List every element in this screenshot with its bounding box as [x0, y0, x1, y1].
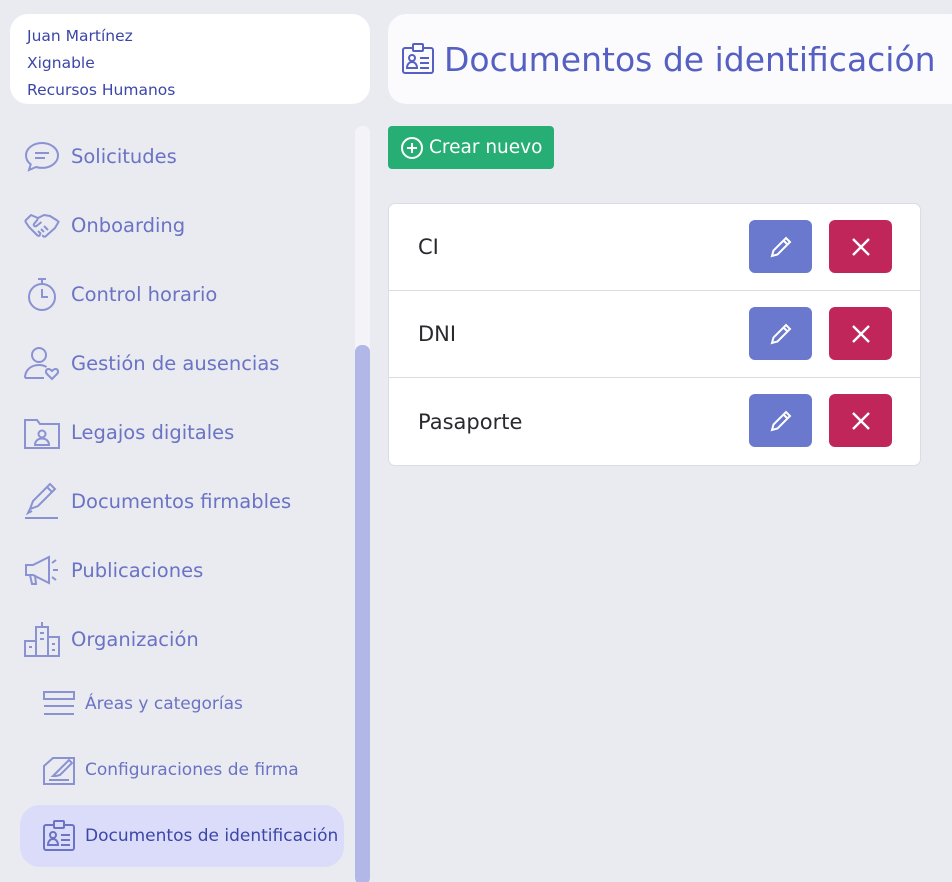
page-title: Documentos de identificación [444, 39, 936, 79]
list-item: DNI [389, 291, 920, 378]
document-type-name: CI [418, 235, 439, 259]
document-type-name: DNI [418, 322, 457, 346]
user-department: Recursos Humanos [27, 81, 176, 99]
close-icon [851, 237, 870, 256]
pen-sign-icon [22, 481, 62, 521]
handshake-icon [22, 205, 62, 245]
sidebar-item-publicaciones[interactable]: Publicaciones [22, 548, 203, 592]
pencil-icon [770, 410, 791, 431]
sidebar-item-label: Publicaciones [71, 558, 204, 582]
document-type-name: Pasaporte [418, 409, 523, 434]
delete-button[interactable] [829, 220, 892, 273]
sidebar-item-label: Solicitudes [71, 144, 177, 168]
create-new-label: Crear nuevo [429, 137, 543, 158]
sidebar-subitem-configuraciones-firma[interactable]: Configuraciones de firma [20, 739, 344, 801]
sidebar-item-label: Organización [71, 627, 199, 651]
sidebar-item-onboarding[interactable]: Onboarding [22, 203, 185, 247]
user-name: Juan Martínez [27, 27, 133, 45]
sidebar-subitem-label: Documentos de identificación [85, 826, 339, 846]
pencil-icon [770, 323, 791, 344]
sidebar-subitem-areas-categorias[interactable]: Áreas y categorías [20, 673, 344, 735]
sidebar-item-label: Legajos digitales [71, 420, 235, 444]
sidebar-item-legajos-digitales[interactable]: Legajos digitales [22, 410, 234, 454]
sidebar-item-label: Gestión de ausencias [71, 351, 280, 375]
sidebar-subitem-label: Configuraciones de firma [85, 760, 299, 780]
folder-user-icon [22, 412, 62, 452]
sidebar: Solicitudes Onboarding Control horario G… [0, 120, 372, 882]
list-item: Pasaporte [389, 378, 920, 465]
sidebar-item-documentos-firmables[interactable]: Documentos firmables [22, 479, 291, 523]
plus-circle-icon [401, 136, 423, 159]
pencil-icon [770, 236, 791, 257]
close-icon [851, 324, 870, 343]
delete-button[interactable] [829, 394, 892, 447]
sidebar-item-label: Onboarding [71, 213, 186, 237]
buildings-icon [22, 619, 62, 659]
sidebar-item-control-horario[interactable]: Control horario [22, 272, 217, 316]
id-badge-icon [40, 817, 78, 855]
sidebar-scrollbar-thumb[interactable] [355, 345, 370, 882]
delete-button[interactable] [829, 307, 892, 360]
user-heart-icon [22, 343, 62, 383]
signature-pad-icon [40, 751, 78, 789]
id-badge-icon [402, 43, 434, 74]
document-type-list: CI DNI Pasaporte [388, 203, 921, 466]
sidebar-item-organizacion[interactable]: Organización [22, 617, 199, 661]
sidebar-item-label: Control horario [71, 282, 218, 306]
sidebar-subitem-label: Áreas y categorías [85, 694, 243, 714]
megaphone-icon [22, 550, 62, 590]
sidebar-item-gestion-ausencias[interactable]: Gestión de ausencias [22, 341, 279, 385]
user-company: Xignable [27, 54, 95, 72]
close-icon [851, 411, 870, 430]
user-card: Juan Martínez Xignable Recursos Humanos [10, 14, 370, 104]
edit-button[interactable] [749, 220, 812, 273]
sidebar-item-solicitudes[interactable]: Solicitudes [22, 134, 177, 178]
page-header: Documentos de identificación [388, 14, 952, 104]
create-new-button[interactable]: Crear nuevo [388, 126, 554, 169]
edit-button[interactable] [749, 394, 812, 447]
stopwatch-icon [22, 274, 62, 314]
chat-bubble-icon [22, 136, 62, 176]
list-lines-icon [40, 685, 78, 723]
edit-button[interactable] [749, 307, 812, 360]
list-item: CI [389, 204, 920, 291]
sidebar-subitem-documentos-identificacion[interactable]: Documentos de identificación [20, 805, 344, 867]
sidebar-item-label: Documentos firmables [71, 489, 292, 513]
